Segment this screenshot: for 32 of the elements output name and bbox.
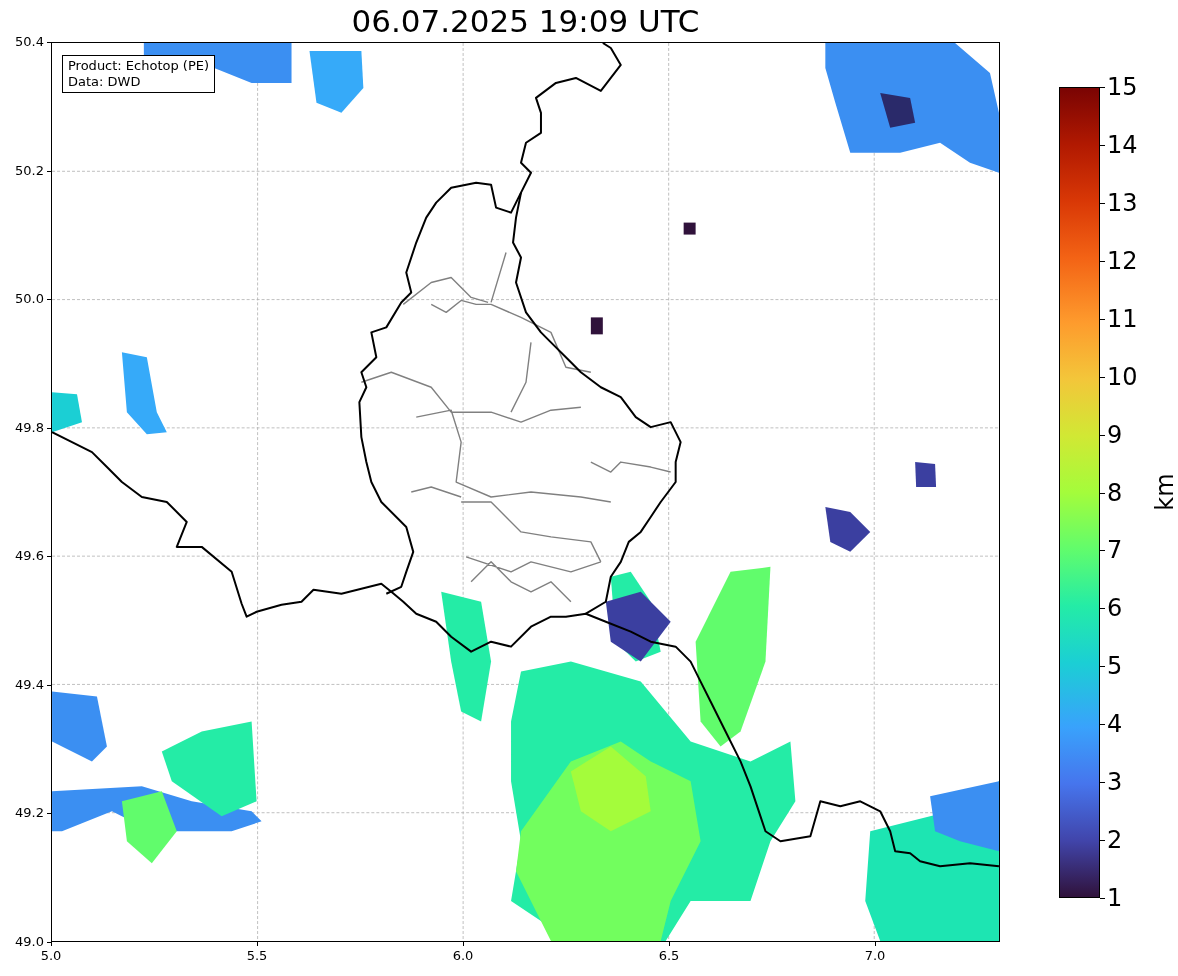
colorbar-tick-label: 9: [1107, 420, 1123, 449]
axis-tick-label: 49.8: [15, 419, 44, 436]
colorbar-tick-label: 2: [1107, 826, 1123, 855]
axis-tick-label: 6.5: [658, 948, 680, 963]
colorbar-tick-label: 7: [1107, 536, 1123, 565]
axis-tick-label: 50.2: [15, 162, 44, 179]
colorbar-tick-label: 13: [1107, 188, 1138, 217]
axis-tick-label: 5.0: [40, 948, 62, 963]
axis-tick-label: 7.0: [864, 948, 886, 963]
axis-tick-label: 49.2: [15, 805, 44, 822]
colorbar-tick-label: 10: [1107, 362, 1138, 391]
info-text: Product: Echotop (PE): [68, 58, 210, 74]
colorbar-tick-label: 4: [1107, 710, 1123, 739]
axis-tick-label: 6.0: [452, 948, 474, 963]
colorbar-tick-label: 3: [1107, 768, 1123, 797]
colorbar-tick-label: 15: [1107, 73, 1138, 101]
colorbar-tick-label: 12: [1107, 246, 1138, 275]
axis-tick-label: 49.0: [15, 934, 44, 950]
colorbar-tick-label: 5: [1107, 652, 1123, 681]
chart-title: 06.07.2025 19:09 UTC: [350, 2, 701, 41]
axis-tick-label: 49.6: [15, 548, 44, 565]
axis-tick-label: 49.4: [15, 676, 44, 693]
colorbar-label: km: [1150, 473, 1178, 511]
colorbar-tick-label: 14: [1107, 130, 1138, 159]
info-text: Data: DWD: [68, 74, 142, 90]
axis-tick-label: 50.4: [15, 34, 44, 50]
axis-tick-label: 50.0: [15, 291, 44, 308]
colorbar-tick-label: 8: [1107, 478, 1123, 507]
axis-tick-label: 5.5: [246, 948, 268, 963]
colorbar-tick-label: 11: [1107, 304, 1138, 333]
colorbar-tick-label: 6: [1107, 594, 1123, 623]
colorbar-tick-label: 1: [1107, 884, 1123, 912]
